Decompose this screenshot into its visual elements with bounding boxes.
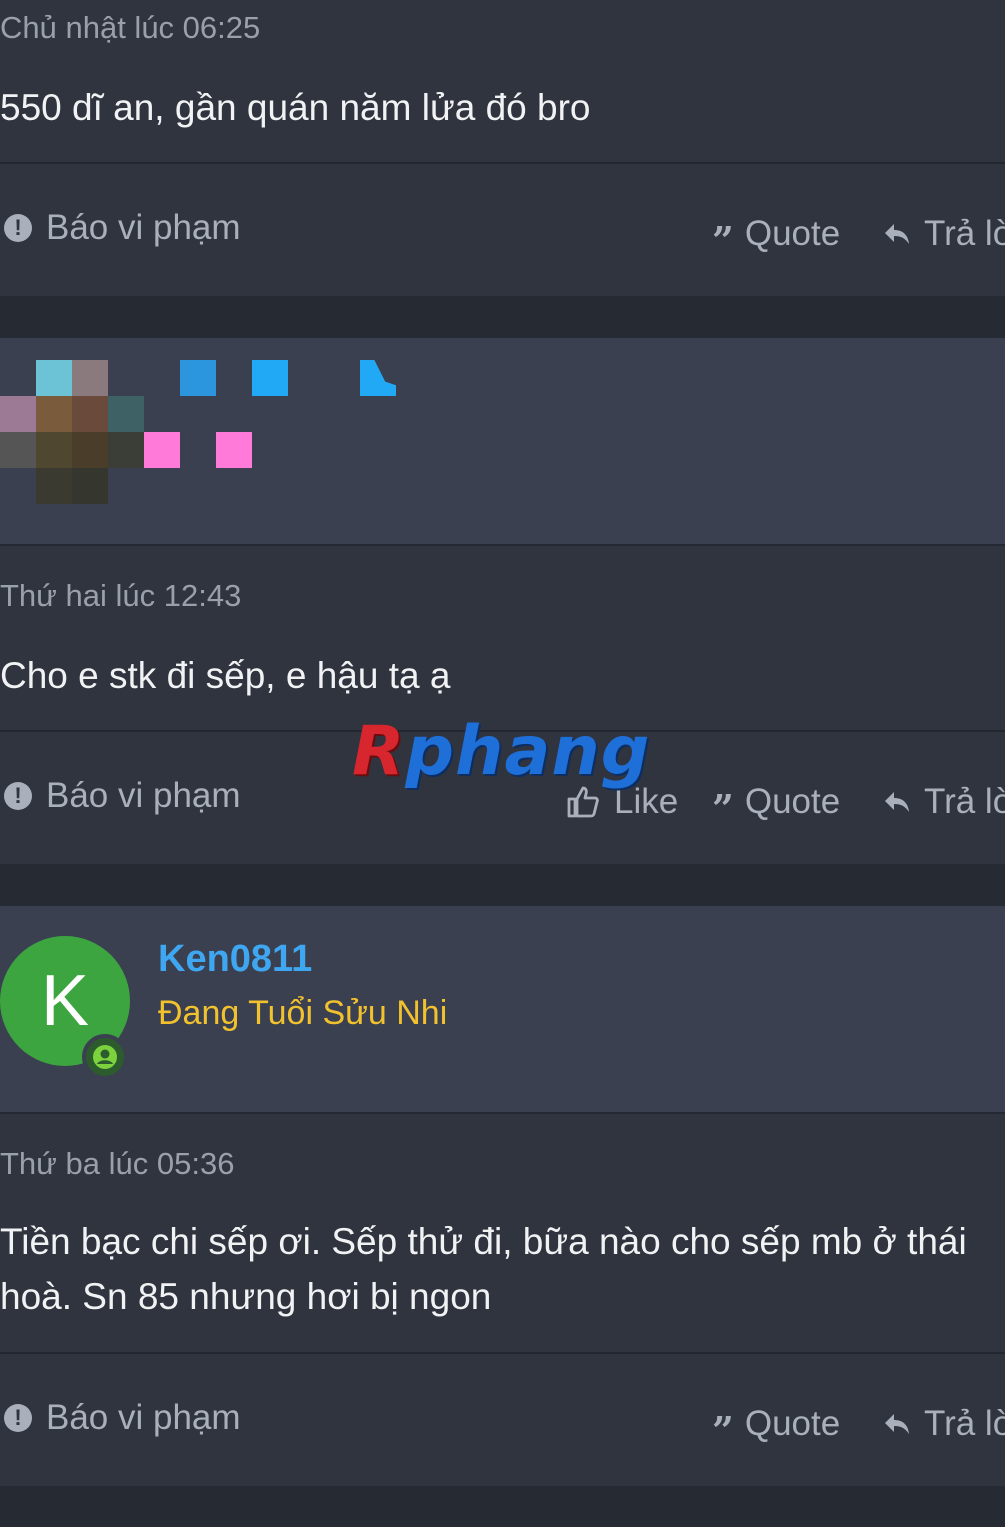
post-separator (0, 1486, 1005, 1527)
post-actions-1: ! Báo vi phạm ” Quote Trả lờ (0, 162, 1005, 296)
pixelated-avatar (0, 338, 400, 544)
reply-label: Trả lờ (924, 1404, 1005, 1443)
alert-icon: ! (4, 1404, 32, 1432)
quote-icon: ” (712, 786, 734, 831)
post-timestamp[interactable]: Thứ hai lúc 12:43 (0, 578, 241, 614)
post-message: Cho e stk đi sếp, e hậu tạ ạ (0, 655, 451, 696)
quote-button[interactable]: ” Quote (712, 214, 841, 263)
report-label: Báo vi phạm (46, 776, 241, 815)
user-header-3: K Ken0811 Đang Tuổi Sửu Nhi (0, 906, 1005, 1114)
username[interactable]: Ken0811 (158, 938, 312, 981)
online-status-icon (82, 1034, 128, 1080)
post-separator (0, 296, 1005, 340)
post-body-2: Thứ hai lúc 12:43 Cho e stk đi sếp, e hậ… (0, 546, 1005, 730)
reply-icon (884, 1412, 910, 1436)
user-title: Đang Tuổi Sửu Nhi (158, 994, 448, 1032)
quote-button[interactable]: ” Quote (712, 1404, 841, 1453)
quote-label: Quote (744, 782, 841, 821)
quote-icon: ” (712, 1408, 734, 1453)
post-timestamp[interactable]: Thứ ba lúc 05:36 (0, 1146, 234, 1182)
report-button[interactable]: ! Báo vi phạm (4, 776, 241, 816)
reply-label: Trả lờ (924, 782, 1005, 821)
alert-icon: ! (4, 214, 32, 242)
report-button[interactable]: ! Báo vi phạm (4, 1398, 241, 1438)
quote-label: Quote (744, 214, 841, 253)
user-header-2 (0, 338, 1005, 546)
post-message: Tiền bạc chi sếp ơi. Sếp thử đi, bữa nào… (0, 1221, 967, 1317)
quote-button[interactable]: ” Quote (712, 782, 841, 831)
report-button[interactable]: ! Báo vi phạm (4, 208, 241, 248)
post-message: 550 dĩ an, gần quán năm lửa đó bro (0, 87, 591, 128)
reply-button[interactable]: Trả lờ (884, 1404, 1005, 1444)
reply-button[interactable]: Trả lờ (884, 214, 1005, 254)
reply-icon (884, 222, 910, 246)
post-separator (0, 864, 1005, 908)
reply-button[interactable]: Trả lờ (884, 782, 1005, 822)
reply-icon (884, 790, 910, 814)
quote-icon: ” (712, 218, 734, 263)
reply-label: Trả lờ (924, 214, 1005, 253)
report-label: Báo vi phạm (46, 208, 241, 247)
post-actions-3: ! Báo vi phạm ” Quote Trả lờ (0, 1352, 1005, 1486)
watermark-logo: Rphang (352, 712, 651, 791)
report-label: Báo vi phạm (46, 1398, 241, 1437)
post-body-1: Chủ nhật lúc 06:25 550 dĩ an, gần quán n… (0, 0, 1005, 162)
post-timestamp[interactable]: Chủ nhật lúc 06:25 (0, 10, 260, 46)
alert-icon: ! (4, 782, 32, 810)
post-body-3: Thứ ba lúc 05:36 Tiền bạc chi sếp ơi. Sế… (0, 1114, 1005, 1352)
quote-label: Quote (744, 1404, 841, 1443)
